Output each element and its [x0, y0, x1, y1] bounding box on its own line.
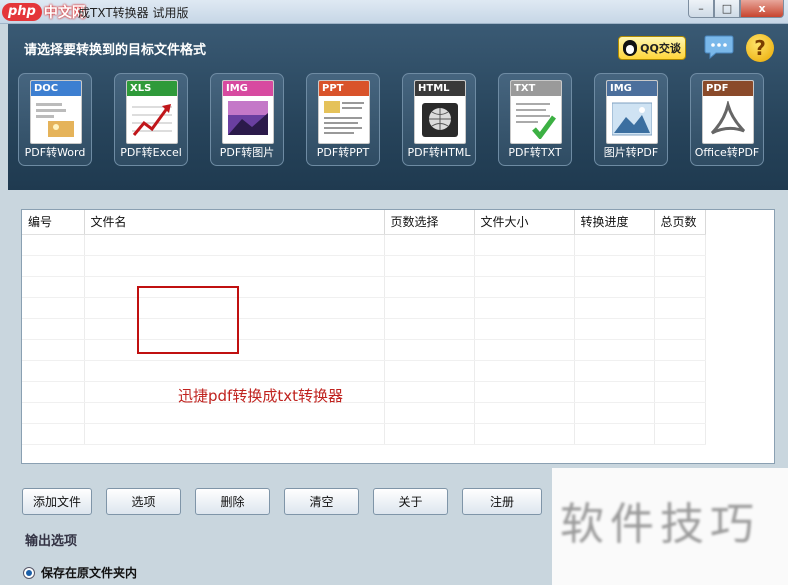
img-file-icon: IMG	[606, 80, 658, 144]
save-original-folder-label: 保存在原文件夹内	[41, 566, 138, 580]
tool-office-to-pdf[interactable]: PDF Office转PDF	[690, 73, 764, 166]
ppt-file-icon: PPT	[318, 80, 370, 144]
tool-pdf-to-excel[interactable]: XLS PDF转Excel	[114, 73, 188, 166]
img-file-icon: IMG	[222, 80, 274, 144]
about-button[interactable]: 关于	[373, 488, 448, 515]
column-header-total-pages[interactable]: 总页数	[654, 210, 706, 235]
table-header: 编号 文件名 页数选择 文件大小 转换进度 总页数	[22, 210, 706, 235]
action-buttons: 添加文件 选项 删除 清空 关于 注册	[22, 488, 556, 515]
tool-label: PDF转Excel	[120, 146, 182, 159]
file-table: 编号 文件名 页数选择 文件大小 转换进度 总页数	[22, 210, 706, 445]
tool-label: PDF转TXT	[508, 146, 562, 159]
tool-label: PDF转Word	[24, 146, 86, 159]
qq-chat-button[interactable]: QQ交谈	[618, 36, 686, 60]
xls-file-icon: XLS	[126, 80, 178, 144]
column-header-file-size[interactable]: 文件大小	[474, 210, 575, 235]
table-row	[22, 255, 706, 277]
close-button[interactable]: x	[740, 0, 784, 18]
clear-button[interactable]: 清空	[284, 488, 359, 515]
tool-pdf-to-txt[interactable]: TXT PDF转TXT	[498, 73, 572, 166]
tool-label: PDF转HTML	[407, 146, 471, 159]
table-row	[22, 276, 706, 298]
annotation-caption: 迅捷pdf转换成txt转换器	[178, 387, 343, 405]
qq-penguin-icon	[623, 40, 638, 56]
format-toolbar: DOC PDF转Word XLS PDF转Excel IMG PDF转图片 PP…	[18, 73, 786, 166]
add-file-button[interactable]: 添加文件	[22, 488, 92, 515]
tool-label: PDF转图片	[219, 146, 275, 159]
table-row	[22, 381, 706, 403]
radio-selected-icon[interactable]	[23, 566, 35, 579]
chat-bubble-icon[interactable]	[704, 34, 734, 60]
save-original-folder-option[interactable]: 保存在原文件夹内	[23, 564, 137, 581]
tool-pdf-to-word[interactable]: DOC PDF转Word	[18, 73, 92, 166]
table-row	[22, 339, 706, 361]
tool-tag: TXT	[511, 81, 561, 96]
maximize-button[interactable]: □	[714, 0, 740, 18]
tool-tag: XLS	[127, 81, 177, 96]
column-header-filename[interactable]: 文件名	[84, 210, 385, 235]
excel-chart-icon	[132, 104, 172, 136]
window-title: 成TXT转换器 试用版	[78, 6, 189, 20]
output-options-label: 输出选项	[25, 534, 78, 549]
tool-pdf-to-html[interactable]: HTML PDF转HTML	[402, 73, 476, 166]
pdf-file-icon: PDF	[702, 80, 754, 144]
image-photo-icon	[228, 101, 268, 135]
table-row	[22, 402, 706, 424]
qq-chat-label: QQ交谈	[640, 42, 681, 55]
window-controls: – □ x	[688, 0, 784, 18]
minimize-button[interactable]: –	[688, 0, 714, 18]
logo-badge: php	[2, 2, 42, 21]
watermark-text: 软件技巧	[560, 499, 760, 550]
word-document-icon	[36, 103, 74, 137]
site-logo: php 中文网	[2, 2, 86, 21]
file-list[interactable]: 编号 文件名 页数选择 文件大小 转换进度 总页数	[21, 209, 775, 464]
txt-file-icon: TXT	[510, 80, 562, 144]
tool-pdf-to-ppt[interactable]: PPT PDF转PPT	[306, 73, 380, 166]
tool-label: 图片转PDF	[603, 146, 659, 159]
table-row	[22, 423, 706, 445]
table-row	[22, 360, 706, 382]
acrobat-icon	[710, 101, 746, 135]
tool-pdf-to-image[interactable]: IMG PDF转图片	[210, 73, 284, 166]
tool-tag: HTML	[415, 81, 465, 96]
column-header-progress[interactable]: 转换进度	[574, 210, 655, 235]
format-panel: 请选择要转换到的目标文件格式 QQ交谈 ? DOC PDF转Word XLS P…	[8, 24, 788, 190]
register-button[interactable]: 注册	[462, 488, 542, 515]
title-bar: php 中文网 成TXT转换器 试用版 – □ x	[0, 0, 788, 24]
tool-tag: IMG	[223, 81, 273, 96]
tool-label: PDF转PPT	[316, 146, 370, 159]
tool-tag: PPT	[319, 81, 369, 96]
column-header-number[interactable]: 编号	[22, 210, 85, 235]
tool-image-to-pdf[interactable]: IMG 图片转PDF	[594, 73, 668, 166]
tool-tag: IMG	[607, 81, 657, 96]
delete-button[interactable]: 删除	[195, 488, 270, 515]
highlight-box	[137, 286, 239, 354]
tool-tag: PDF	[703, 81, 753, 96]
text-check-icon	[516, 103, 556, 139]
options-button[interactable]: 选项	[106, 488, 181, 515]
tool-label: Office转PDF	[694, 146, 760, 159]
html-file-icon: HTML	[414, 80, 466, 144]
globe-icon	[422, 103, 458, 137]
tool-tag: DOC	[31, 81, 81, 96]
doc-file-icon: DOC	[30, 80, 82, 144]
column-header-page-select[interactable]: 页数选择	[384, 210, 475, 235]
table-row	[22, 297, 706, 319]
watermark: 软件技巧	[552, 468, 788, 585]
help-icon[interactable]: ?	[746, 34, 774, 62]
table-row	[22, 234, 706, 256]
presentation-icon	[324, 101, 364, 134]
landscape-image-icon	[612, 102, 652, 136]
table-row	[22, 318, 706, 340]
format-prompt: 请选择要转换到的目标文件格式	[24, 43, 207, 58]
